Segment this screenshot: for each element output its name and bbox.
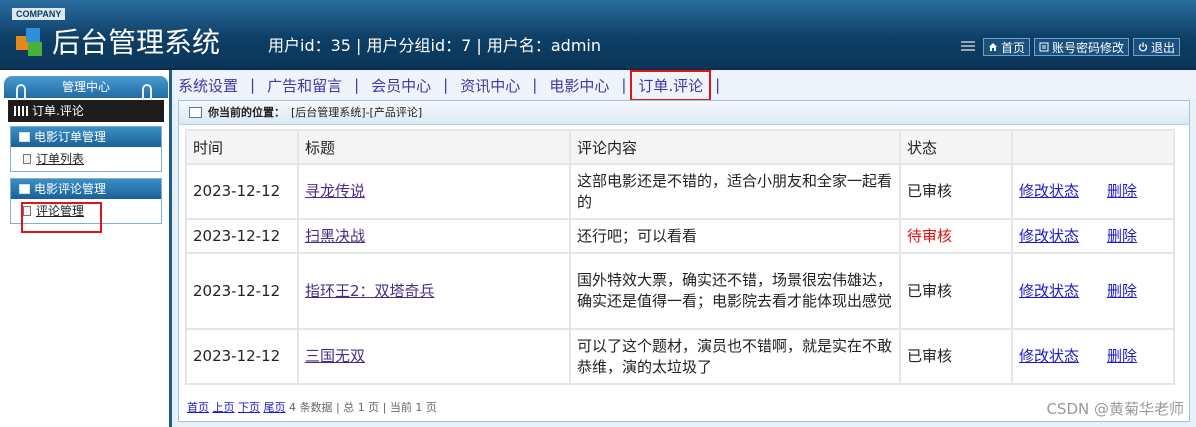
cell-status: 已审核 — [901, 165, 1011, 218]
edit-status-link[interactable]: 修改状态 — [1019, 347, 1079, 365]
cell-content: 可以了这个题材，演员也不错啊，就是实在不敢恭维，演的太垃圾了 — [571, 330, 899, 383]
nav-item-news[interactable]: 资讯中心 — [457, 75, 523, 96]
cell-content: 这部电影还是不错的，适合小朋友和全家一起看的 — [571, 165, 899, 218]
home-link[interactable]: 首页 — [982, 38, 1030, 56]
cell-title-link[interactable]: 扫黑决战 — [305, 227, 365, 245]
power-icon — [1138, 42, 1148, 52]
pager-info: 4 条数据 | 总 1 页 | 当前 1 页 — [289, 401, 437, 414]
logout-link[interactable]: 退出 — [1132, 38, 1180, 56]
cubes-logo-icon — [16, 28, 42, 56]
sidebar-group-title[interactable]: 电影订单管理 — [11, 127, 161, 147]
table-header-row: 时间 标题 评论内容 状态 — [187, 131, 1173, 163]
cell-time: 2023-12-12 — [187, 165, 297, 218]
table-row: 2023-12-12 扫黑决战 还行吧；可以看看 待审核 修改状态 删除 — [187, 220, 1173, 252]
nav-item-movies[interactable]: 电影中心 — [546, 75, 612, 96]
grid-icon — [14, 106, 28, 116]
cell-content: 还行吧；可以看看 — [571, 220, 899, 252]
pager-prev[interactable]: 上页 — [213, 401, 235, 414]
col-header-time: 时间 — [187, 131, 297, 163]
cell-title-link[interactable]: 三国无双 — [305, 347, 365, 365]
delete-link[interactable]: 删除 — [1107, 227, 1137, 245]
change-password-link[interactable]: 账号密码修改 — [1033, 38, 1129, 56]
sidebar-link[interactable]: 订单列表 — [36, 147, 84, 171]
table-row: 2023-12-12 寻龙传说 这部电影还是不错的，适合小朋友和全家一起看的 已… — [187, 165, 1173, 218]
window-icon — [19, 132, 30, 142]
watermark: CSDN @黄菊华老师 — [1046, 400, 1184, 418]
edit-status-link[interactable]: 修改状态 — [1019, 182, 1079, 200]
app-header: COMPANY 后台管理系统 用户id：35 | 用户分组id：7 | 用户名：… — [0, 0, 1196, 70]
sidebar-item-order-list[interactable]: 订单列表 — [11, 147, 161, 171]
delete-link[interactable]: 删除 — [1107, 347, 1137, 365]
home-icon — [988, 43, 997, 51]
cell-time: 2023-12-12 — [187, 254, 297, 328]
cell-status: 已审核 — [901, 330, 1011, 383]
col-header-actions — [1013, 131, 1173, 163]
top-nav: 系统设置 | 广告和留言 | 会员中心 | 资讯中心 | 电影中心 | 订单.评论 | — [175, 69, 1196, 101]
company-label: COMPANY — [12, 8, 66, 20]
cell-content: 国外特效大票，确实还不错，场景很宏伟雄达，确实还是值得一看；电影院去看才能体现出… — [571, 254, 899, 328]
col-header-status: 状态 — [901, 131, 1011, 163]
nav-item-members[interactable]: 会员中心 — [368, 75, 434, 96]
list-icon — [1039, 42, 1049, 52]
edit-status-link[interactable]: 修改状态 — [1019, 227, 1079, 245]
pagination: 首页 上页 下页 尾页 4 条数据 | 总 1 页 | 当前 1 页 — [187, 399, 437, 415]
top-links: 首页 账号密码修改 退出 — [960, 38, 1180, 56]
cell-status: 已审核 — [901, 254, 1011, 328]
col-header-content: 评论内容 — [571, 131, 899, 163]
sidebar-current: 订单.评论 — [8, 100, 164, 122]
sidebar-group-orders: 电影订单管理 订单列表 — [10, 126, 162, 172]
main-panel: 你当前的位置： [后台管理系统]-[产品评论] 时间 标题 评论内容 状态 20… — [178, 100, 1190, 422]
window-icon — [19, 184, 30, 194]
table-row: 2023-12-12 指环王2：双塔奇兵 国外特效大票，确实还不错，场景很宏伟雄… — [187, 254, 1173, 328]
comments-table: 时间 标题 评论内容 状态 2023-12-12 寻龙传说 这部电影还是不错的，… — [185, 129, 1175, 385]
nav-item-system[interactable]: 系统设置 — [175, 75, 241, 96]
window-icon — [189, 107, 202, 118]
cell-status: 待审核 — [901, 220, 1011, 252]
system-title: 后台管理系统 — [52, 26, 221, 59]
document-icon — [23, 154, 31, 164]
grid-icon — [960, 41, 975, 53]
nav-item-orders-comments[interactable]: 订单.评论 — [630, 69, 712, 101]
cell-title-link[interactable]: 指环王2：双塔奇兵 — [305, 282, 435, 300]
cell-title-link[interactable]: 寻龙传说 — [305, 182, 365, 200]
pager-first[interactable]: 首页 — [187, 401, 209, 414]
pager-last[interactable]: 尾页 — [264, 401, 286, 414]
pager-next[interactable]: 下页 — [238, 401, 260, 414]
sidebar-group-title[interactable]: 电影评论管理 — [11, 179, 161, 199]
user-info: 用户id：35 | 用户分组id：7 | 用户名：admin — [268, 36, 602, 55]
breadcrumb-label: 你当前的位置： — [208, 105, 285, 119]
breadcrumb: 你当前的位置： [后台管理系统]-[产品评论] — [179, 101, 1189, 125]
highlight-box — [21, 202, 102, 233]
cell-time: 2023-12-12 — [187, 220, 297, 252]
nav-item-ads[interactable]: 广告和留言 — [264, 75, 345, 96]
breadcrumb-path: [后台管理系统]-[产品评论] — [291, 105, 423, 119]
edit-status-link[interactable]: 修改状态 — [1019, 282, 1079, 300]
sidebar: 管理中心 订单.评论 电影订单管理 订单列表 电影评论管理 评论管理 — [0, 70, 172, 427]
delete-link[interactable]: 删除 — [1107, 282, 1137, 300]
delete-link[interactable]: 删除 — [1107, 182, 1137, 200]
cell-time: 2023-12-12 — [187, 330, 297, 383]
table-row: 2023-12-12 三国无双 可以了这个题材，演员也不错啊，就是实在不敢恭维，… — [187, 330, 1173, 383]
col-header-title: 标题 — [299, 131, 569, 163]
